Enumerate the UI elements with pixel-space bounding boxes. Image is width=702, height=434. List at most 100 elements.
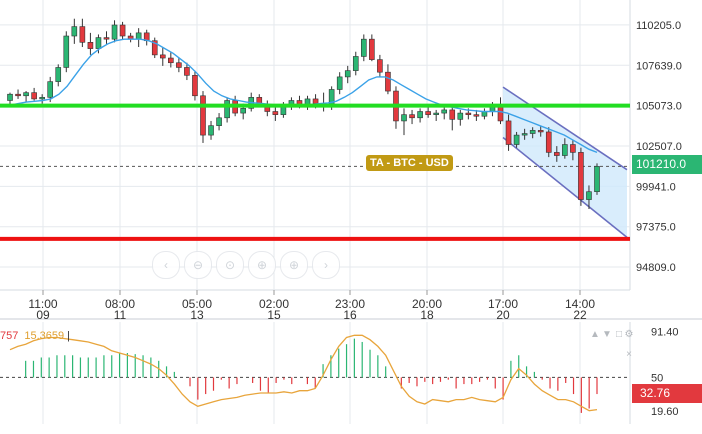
legend-cursor: | (67, 330, 70, 342)
magnifier-fit-icon: ⊕ (288, 258, 300, 272)
indicator-maximize-icon[interactable]: □ (614, 330, 624, 340)
bullish-candle (7, 93, 13, 101)
bullish-candle (433, 112, 439, 115)
bearish-candle (312, 98, 319, 104)
bearish-candle (409, 114, 415, 119)
price-axis-label: 110205.0 (636, 20, 681, 32)
chart-background (0, 0, 702, 429)
bearish-candle (578, 152, 584, 200)
bullish-candle (336, 76, 343, 90)
bullish-candle (224, 100, 230, 119)
price-axis-label: 105073.0 (636, 101, 682, 113)
chevron-left-icon: ‹ (164, 258, 168, 272)
bearish-candle (570, 144, 576, 153)
bearish-candle (192, 75, 198, 97)
bullish-candle (47, 81, 54, 98)
bearish-candle (425, 111, 431, 115)
bearish-candle (79, 26, 86, 43)
time-axis-day-label: 18 (420, 308, 434, 322)
pan-left-button[interactable]: ‹ (152, 251, 180, 279)
pan-right-button[interactable]: › (312, 251, 340, 279)
indicator-up-icon[interactable]: ▲ (590, 330, 600, 340)
bullish-candle (562, 144, 568, 156)
price-axis-label: 99941.0 (636, 181, 676, 193)
bullish-candle (240, 108, 246, 114)
bullish-candle (521, 133, 528, 136)
bearish-candle (200, 95, 206, 136)
indicator-axis-label: 50 (651, 372, 663, 384)
indicator-legend: 757 15.3659 | (0, 330, 70, 342)
zoom-in-button[interactable]: ⊕ (248, 251, 276, 279)
bullish-candle (441, 109, 448, 114)
indicator-down-icon[interactable]: ▼ (602, 330, 612, 340)
bullish-candle (55, 67, 62, 82)
time-axis-day-label: 22 (573, 308, 587, 322)
bullish-candle (481, 111, 488, 117)
magnifier-reset-icon: ⊙ (224, 258, 236, 272)
time-axis-day-label: 11 (114, 308, 127, 322)
symbol-label: TA - BTC - USD (366, 155, 453, 171)
price-axis-label: 97375.0 (636, 222, 676, 234)
bullish-candle (344, 70, 351, 78)
bullish-candle (513, 134, 520, 145)
time-axis-day-label: 16 (343, 308, 357, 322)
bullish-candle (586, 191, 592, 200)
bearish-candle (176, 62, 182, 68)
bullish-candle (457, 112, 464, 120)
bearish-candle (184, 67, 190, 76)
bearish-candle (377, 59, 383, 73)
bearish-candle (87, 42, 94, 49)
price-axis-label: 94809.0 (636, 262, 676, 274)
bearish-candle (505, 120, 512, 145)
bullish-candle (23, 92, 29, 97)
chart-stage: 110205.0 107639.0 105073.0 102507.0 99941.0 9… (0, 0, 702, 429)
bearish-candle (369, 38, 375, 60)
reset-zoom-button[interactable]: ⊙ (216, 251, 244, 279)
bullish-candle (216, 117, 222, 126)
bullish-candle (111, 24, 118, 40)
bullish-candle (352, 56, 359, 71)
indicator-settings-icon[interactable]: ⚙ (624, 330, 634, 340)
bullish-candle (401, 114, 407, 122)
magnifier-minus-icon: ⊖ (192, 258, 204, 272)
indicator-legend-value-2: 15.3659 (24, 330, 65, 342)
time-axis-day-label: 20 (496, 308, 510, 322)
bullish-candle (39, 97, 45, 100)
chevron-right-icon: › (324, 258, 328, 272)
bearish-candle (31, 92, 37, 100)
bearish-candle (449, 109, 456, 120)
magnifier-plus-icon: ⊕ (256, 258, 268, 272)
price-axis-label: 107639.0 (636, 60, 682, 72)
zoom-out-button[interactable]: ⊖ (184, 251, 212, 279)
bearish-candle (465, 112, 472, 115)
time-axis-day-label: 09 (36, 308, 50, 322)
bearish-candle (272, 111, 279, 115)
zoom-fit-button[interactable]: ⊕ (280, 251, 308, 279)
time-axis-day-label: 13 (190, 308, 204, 322)
time-axis-day-label: 15 (267, 308, 281, 322)
bearish-candle (15, 93, 21, 97)
bearish-candle (537, 130, 544, 133)
bearish-candle (159, 54, 166, 59)
bullish-candle (529, 130, 536, 134)
bullish-candle (361, 38, 367, 57)
indicator-controls: ▲ ▼ □ ⚙ × (590, 330, 634, 364)
bullish-candle (71, 26, 78, 37)
bullish-candle (135, 32, 142, 40)
bullish-candle (63, 35, 70, 68)
btc-candlestick-chart[interactable]: 110205.0 107639.0 105073.0 102507.0 99941.0 9… (0, 0, 702, 429)
indicator-axis-label: 19.60 (651, 406, 679, 418)
bearish-candle (103, 37, 110, 40)
current-price-tag: 101210.0 (632, 155, 702, 174)
bearish-candle (497, 106, 504, 122)
bearish-candle (473, 114, 480, 117)
bearish-candle (119, 24, 126, 37)
indicator-axis-label: 91.40 (651, 327, 679, 339)
price-axis-label: 102507.0 (636, 141, 682, 153)
zoom-toolbar: ‹ ⊖ ⊙ ⊕ ⊕ › (150, 249, 345, 279)
bullish-candle (594, 166, 600, 193)
bearish-candle (545, 131, 552, 153)
indicator-close-icon[interactable]: × (624, 350, 634, 360)
indicator-legend-value-1: 757 (0, 330, 19, 342)
bearish-candle (385, 71, 391, 92)
